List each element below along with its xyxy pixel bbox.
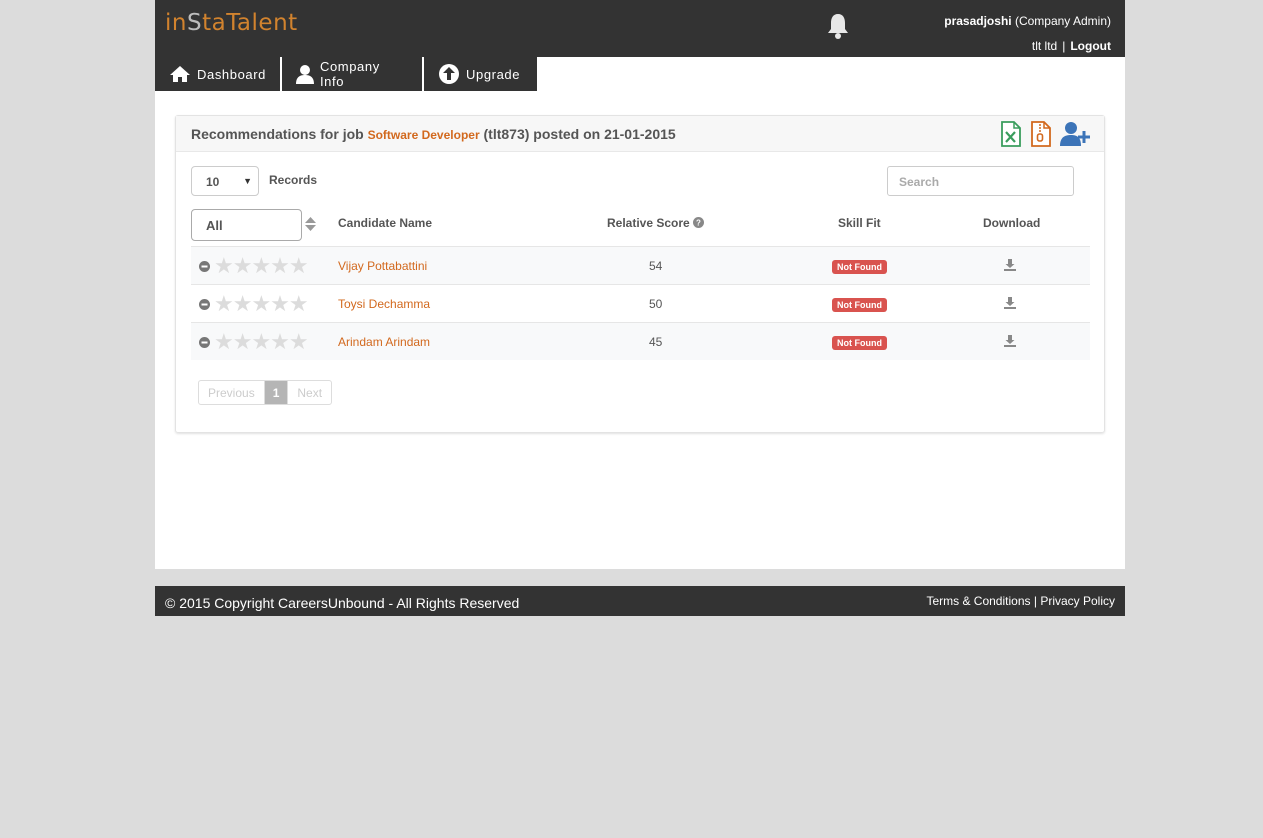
minus-circle-icon[interactable] <box>199 337 210 348</box>
panel-header: Recommendations for job Software Develop… <box>176 116 1104 152</box>
next-page-button[interactable]: Next <box>287 381 331 404</box>
candidate-name-link[interactable]: Arindam Arindam <box>338 335 430 349</box>
relative-score: 54 <box>649 259 663 273</box>
excel-export-icon[interactable] <box>1000 121 1022 147</box>
skill-fit-badge: Not Found <box>832 298 887 312</box>
svg-text:?: ? <box>696 219 701 228</box>
org-line: tlt ltd | Logout <box>1032 39 1111 53</box>
download-icon[interactable] <box>1004 297 1016 309</box>
records-per-page-select[interactable]: 10 ▼ <box>191 166 259 196</box>
logo-part: taTalent <box>202 10 298 36</box>
relative-score: 45 <box>649 335 663 349</box>
terms-link[interactable]: Terms & Conditions <box>926 594 1030 608</box>
records-value: 10 <box>206 175 220 189</box>
minus-circle-icon[interactable] <box>199 299 210 310</box>
help-icon[interactable]: ? <box>693 217 705 228</box>
table-row: ★★★★★ Toysi Dechamma 50 Not Found <box>191 284 1090 322</box>
title-suffix: (tlt873) posted on 21-01-2015 <box>483 126 676 142</box>
download-icon[interactable] <box>1004 335 1016 347</box>
main-nav: Dashboard Company Info Upgrade <box>155 57 539 91</box>
logo-part: S <box>186 10 203 36</box>
search-placeholder: Search <box>899 175 940 189</box>
add-user-icon[interactable] <box>1060 121 1090 147</box>
user-info: prasadjoshi (Company Admin) <box>944 14 1111 28</box>
separator: | <box>1033 594 1037 608</box>
star-rating[interactable]: ★★★★★ <box>214 293 309 315</box>
filter-value: All <box>206 218 223 233</box>
download-icon[interactable] <box>1004 259 1016 271</box>
table-row: ★★★★★ Vijay Pottabattini 54 Not Found <box>191 246 1090 284</box>
footer: © 2015 Copyright CareersUnbound - All Ri… <box>155 586 1125 616</box>
title-prefix: Recommendations for job <box>191 126 364 142</box>
top-bar: inStaTalent prasadjoshi (Company Admin) … <box>155 0 1125 57</box>
column-header-candidate-name[interactable]: Candidate Name <box>338 216 432 230</box>
zip-export-icon[interactable] <box>1030 121 1052 147</box>
user-icon <box>296 65 314 84</box>
sort-icon[interactable] <box>305 217 316 231</box>
previous-page-button[interactable]: Previous <box>199 381 265 404</box>
page-1-button[interactable]: 1 <box>264 381 288 404</box>
separator: | <box>1062 39 1066 53</box>
skill-fit-badge: Not Found <box>832 336 887 350</box>
recommendations-panel: Recommendations for job Software Develop… <box>175 115 1105 433</box>
search-input[interactable]: Search <box>887 166 1074 196</box>
upload-circle-icon <box>439 64 459 84</box>
caret-down-icon: ▼ <box>243 176 252 186</box>
job-title-link[interactable]: Software Developer <box>368 128 480 142</box>
nav-label: Upgrade <box>466 66 521 82</box>
candidate-name-link[interactable]: Toysi Dechamma <box>338 297 430 311</box>
user-role: (Company Admin) <box>1014 14 1111 28</box>
records-label: Records <box>269 173 318 187</box>
nav-company-info[interactable]: Company Info <box>282 57 422 91</box>
rating-filter-select[interactable]: All <box>191 209 302 241</box>
header-label: Relative Score <box>607 216 690 230</box>
candidate-name-link[interactable]: Vijay Pottabattini <box>338 259 427 273</box>
logo-part: in <box>165 10 187 36</box>
home-icon <box>170 66 190 82</box>
pagination: Previous 1 Next <box>198 380 333 405</box>
logout-link[interactable]: Logout <box>1070 39 1111 53</box>
bell-icon[interactable] <box>825 12 851 40</box>
footer-links: Terms & Conditions | Privacy Policy <box>926 594 1115 608</box>
skill-fit-badge: Not Found <box>832 260 887 274</box>
minus-circle-icon[interactable] <box>199 261 210 272</box>
nav-label: Company Info <box>319 59 380 89</box>
panel-title: Recommendations for job Software Develop… <box>191 126 676 142</box>
logo[interactable]: inStaTalent <box>165 10 298 36</box>
table-row: ★★★★★ Arindam Arindam 45 Not Found <box>191 322 1090 360</box>
candidate-table: ★★★★★ Vijay Pottabattini 54 Not Found ★★… <box>191 246 1090 360</box>
copyright-text: © 2015 Copyright CareersUnbound - All Ri… <box>165 595 520 611</box>
page-wrapper: inStaTalent prasadjoshi (Company Admin) … <box>155 0 1125 569</box>
nav-label: Dashboard <box>197 66 266 82</box>
nav-upgrade[interactable]: Upgrade <box>424 57 537 91</box>
column-header-relative-score[interactable]: Relative Score ? <box>607 216 705 230</box>
username: prasadjoshi <box>944 14 1012 28</box>
column-header-download: Download <box>983 216 1041 230</box>
star-rating[interactable]: ★★★★★ <box>214 331 309 353</box>
star-rating[interactable]: ★★★★★ <box>214 255 309 277</box>
relative-score: 50 <box>649 297 663 311</box>
export-icons <box>1000 121 1090 147</box>
nav-dashboard[interactable]: Dashboard <box>155 57 280 91</box>
org-name: tlt ltd <box>1031 39 1058 53</box>
privacy-link[interactable]: Privacy Policy <box>1040 594 1115 608</box>
column-header-skill-fit[interactable]: Skill Fit <box>838 216 881 230</box>
